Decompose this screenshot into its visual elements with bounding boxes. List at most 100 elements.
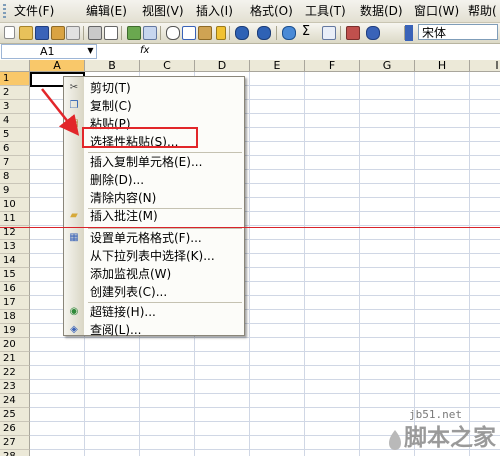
row-header-13[interactable]: 13 bbox=[0, 240, 30, 254]
row-header-6[interactable]: 6 bbox=[0, 142, 30, 156]
context-menu-separator bbox=[88, 228, 242, 229]
row-header-9[interactable]: 9 bbox=[0, 184, 30, 198]
toolbar-separator bbox=[340, 26, 341, 40]
context-menu-item-cut[interactable]: ✂ 剪切(T) bbox=[64, 79, 244, 97]
menu-grip[interactable] bbox=[3, 4, 6, 18]
row-header-8[interactable]: 8 bbox=[0, 170, 30, 184]
context-menu-separator bbox=[88, 208, 242, 209]
row-header-27[interactable]: 27 bbox=[0, 436, 30, 450]
menu-data[interactable]: 数据(D) bbox=[360, 3, 403, 19]
paste-icon[interactable] bbox=[198, 26, 212, 40]
row-header-4[interactable]: 4 bbox=[0, 114, 30, 128]
cut-icon[interactable] bbox=[166, 26, 180, 40]
context-menu-item-create-list[interactable]: 创建列表(C)... bbox=[64, 283, 244, 301]
row-header-25[interactable]: 25 bbox=[0, 408, 30, 422]
hyperlink-icon: ◉ bbox=[69, 306, 79, 317]
row-header-21[interactable]: 21 bbox=[0, 352, 30, 366]
menu-tools[interactable]: 工具(T) bbox=[305, 3, 346, 19]
row-header-5[interactable]: 5 bbox=[0, 128, 30, 142]
column-header-h[interactable]: H bbox=[415, 60, 470, 72]
menu-file[interactable]: 文件(F) bbox=[14, 3, 54, 19]
copy-icon[interactable] bbox=[182, 26, 196, 40]
toolbar-options-icon[interactable] bbox=[405, 25, 413, 41]
hyperlink-icon[interactable] bbox=[282, 26, 296, 40]
menu-insert[interactable]: 插入(I) bbox=[196, 3, 233, 19]
standard-toolbar: Σ 宋体 bbox=[0, 23, 500, 44]
comment-icon: ▰ bbox=[70, 210, 78, 221]
formula-bar: A1 ▼ fx bbox=[0, 44, 500, 61]
spelling-icon[interactable] bbox=[127, 26, 141, 40]
context-menu-label: 复制(C) bbox=[90, 99, 132, 113]
column-header-g[interactable]: G bbox=[360, 60, 415, 72]
menu-view[interactable]: 视图(V) bbox=[142, 3, 184, 19]
new-icon[interactable] bbox=[4, 26, 15, 39]
column-header-b[interactable]: B bbox=[85, 60, 140, 72]
menu-format[interactable]: 格式(O) bbox=[250, 3, 293, 19]
row-header-18[interactable]: 18 bbox=[0, 310, 30, 324]
menu-window[interactable]: 窗口(W) bbox=[414, 3, 459, 19]
column-header-d[interactable]: D bbox=[195, 60, 250, 72]
context-menu-item-lookup[interactable]: ◈ 查阅(L)... bbox=[64, 321, 244, 339]
annotation-highlight-box bbox=[82, 127, 198, 148]
row-header-22[interactable]: 22 bbox=[0, 366, 30, 380]
insert-function-icon[interactable]: fx bbox=[140, 45, 149, 56]
row-header-12[interactable]: 12 bbox=[0, 226, 30, 240]
row-header-1[interactable]: 1 bbox=[0, 72, 30, 86]
context-menu-item-pick-from-list[interactable]: 从下拉列表中选择(K)... bbox=[64, 247, 244, 265]
open-icon[interactable] bbox=[19, 26, 33, 40]
context-menu-item-format-cells[interactable]: ▦ 设置单元格格式(F)... bbox=[64, 229, 244, 247]
name-box[interactable]: A1 bbox=[1, 44, 97, 59]
print-icon[interactable] bbox=[88, 26, 102, 40]
row-header-11[interactable]: 11 bbox=[0, 212, 30, 226]
research-icon[interactable] bbox=[143, 26, 157, 40]
context-menu-item-add-watch[interactable]: 添加监视点(W) bbox=[64, 265, 244, 283]
undo-icon[interactable] bbox=[235, 26, 249, 40]
context-menu-item-insert-comment[interactable]: ▰ 插入批注(M) bbox=[64, 207, 244, 225]
column-header-e[interactable]: E bbox=[250, 60, 305, 72]
context-menu-item-insert-copied-cells[interactable]: 插入复制单元格(E)... bbox=[64, 153, 244, 171]
row-header-16[interactable]: 16 bbox=[0, 282, 30, 296]
help-icon[interactable] bbox=[366, 26, 380, 40]
row-header-20[interactable]: 20 bbox=[0, 338, 30, 352]
row-header-17[interactable]: 17 bbox=[0, 296, 30, 310]
watermark-logo-icon bbox=[389, 430, 401, 450]
row-header-3[interactable]: 3 bbox=[0, 100, 30, 114]
context-menu-item-delete[interactable]: 删除(D)... bbox=[64, 171, 244, 189]
context-menu-item-clear-contents[interactable]: 清除内容(N) bbox=[64, 189, 244, 207]
print-preview-icon[interactable] bbox=[104, 26, 118, 40]
row-header-7[interactable]: 7 bbox=[0, 156, 30, 170]
context-menu-item-copy[interactable]: ❐ 复制(C) bbox=[64, 97, 244, 115]
context-menu-item-hyperlink[interactable]: ◉ 超链接(H)... bbox=[64, 303, 244, 321]
redo-icon[interactable] bbox=[257, 26, 271, 40]
chart-wizard-icon[interactable] bbox=[346, 26, 360, 40]
row-header-14[interactable]: 14 bbox=[0, 254, 30, 268]
permission-icon[interactable] bbox=[51, 26, 65, 40]
row-header-23[interactable]: 23 bbox=[0, 380, 30, 394]
sort-ascending-icon[interactable] bbox=[322, 26, 336, 40]
autosum-icon[interactable]: Σ bbox=[299, 25, 313, 39]
column-header-c[interactable]: C bbox=[140, 60, 195, 72]
row-header-24[interactable]: 24 bbox=[0, 394, 30, 408]
email-icon[interactable] bbox=[66, 26, 80, 40]
row-header-15[interactable]: 15 bbox=[0, 268, 30, 282]
row-header-28[interactable]: 28 bbox=[0, 450, 30, 456]
context-menu-label: 添加监视点(W) bbox=[90, 267, 172, 281]
select-all-corner[interactable] bbox=[0, 60, 30, 72]
row-header-10[interactable]: 10 bbox=[0, 198, 30, 212]
row-header-19[interactable]: 19 bbox=[0, 324, 30, 338]
row-header-26[interactable]: 26 bbox=[0, 422, 30, 436]
copy-icon: ❐ bbox=[69, 100, 79, 111]
name-box-dropdown-icon[interactable]: ▼ bbox=[86, 46, 95, 56]
context-menu-separator bbox=[88, 302, 242, 303]
format-painter-icon[interactable] bbox=[216, 26, 226, 40]
column-header-a[interactable]: A bbox=[30, 60, 85, 72]
font-name-select[interactable]: 宋体 bbox=[418, 24, 498, 40]
column-header-f[interactable]: F bbox=[305, 60, 360, 72]
save-icon[interactable] bbox=[35, 26, 49, 40]
column-header-i[interactable]: I bbox=[470, 60, 500, 72]
context-menu-label: 剪切(T) bbox=[90, 81, 131, 95]
context-menu-label: 从下拉列表中选择(K)... bbox=[90, 249, 215, 263]
menu-help[interactable]: 帮助( bbox=[468, 3, 497, 19]
row-header-2[interactable]: 2 bbox=[0, 86, 30, 100]
menu-edit[interactable]: 编辑(E) bbox=[86, 3, 127, 19]
